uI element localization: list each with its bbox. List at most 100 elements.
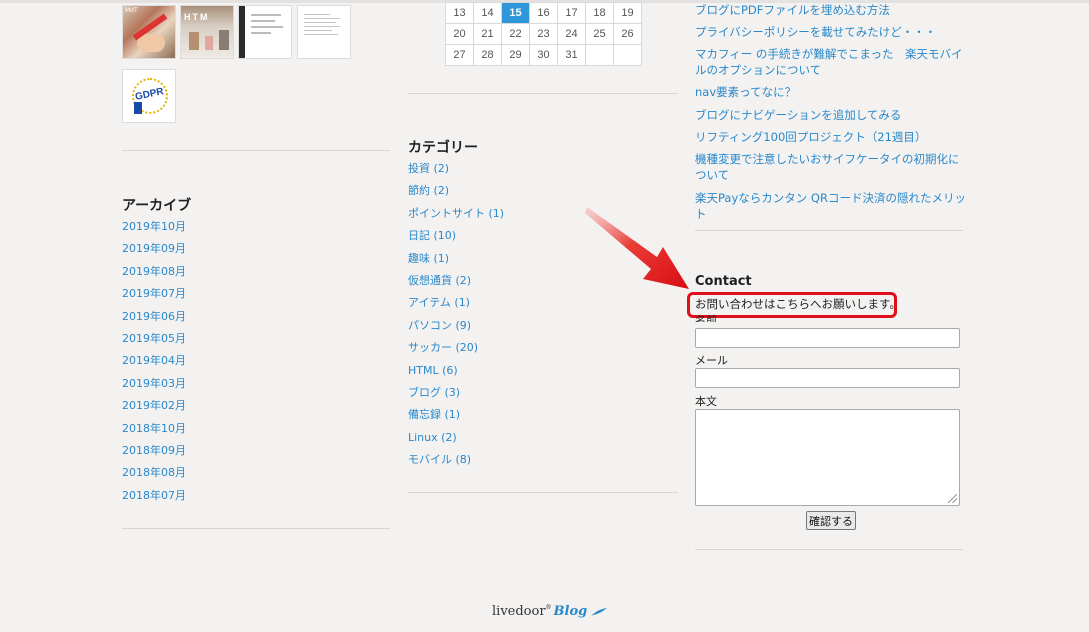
category-item[interactable]: パソコン (9) — [408, 318, 504, 340]
name-field[interactable] — [695, 328, 960, 348]
body-textarea[interactable] — [695, 409, 960, 506]
email-field[interactable] — [695, 368, 960, 388]
divider — [695, 230, 963, 231]
category-item[interactable]: アイテム (1) — [408, 295, 504, 317]
category-item[interactable]: 備忘録 (1) — [408, 407, 504, 429]
archive-item[interactable]: 2019年07月 — [122, 286, 186, 308]
category-item[interactable]: 日記 (10) — [408, 228, 504, 250]
calendar-week: 27 28 29 30 31 — [445, 44, 642, 66]
calendar-day[interactable]: 31 — [557, 44, 586, 66]
divider — [122, 150, 390, 151]
calendar-day[interactable]: 18 — [585, 2, 614, 24]
calendar-day[interactable]: 26 — [613, 23, 642, 45]
divider — [408, 492, 678, 493]
calendar-day[interactable]: 13 — [445, 2, 474, 24]
calendar-day[interactable]: 25 — [585, 23, 614, 45]
document-line — [251, 20, 275, 22]
divider — [408, 93, 678, 94]
calendar-day[interactable]: 20 — [445, 23, 474, 45]
archive-item[interactable]: 2019年02月 — [122, 398, 186, 420]
category-item[interactable]: 仮想通貨 (2) — [408, 273, 504, 295]
document-line — [251, 14, 281, 16]
calendar-day[interactable]: 27 — [445, 44, 474, 66]
recent-post-link[interactable]: 楽天Payならカンタン QRコード決済の隠れたメリット — [695, 190, 970, 222]
divider — [122, 528, 390, 529]
recent-post-link[interactable]: nav要素ってなに？ — [695, 84, 970, 100]
text-line — [304, 14, 330, 15]
archive-item[interactable]: 2018年10月 — [122, 421, 186, 443]
archive-item[interactable]: 2018年07月 — [122, 488, 186, 510]
thumbnail-html[interactable]: HTM — [180, 5, 234, 59]
calendar-week: 20 21 22 23 24 25 26 — [445, 23, 642, 45]
calendar-day-empty — [585, 44, 614, 66]
archive-item[interactable]: 2019年04月 — [122, 353, 186, 375]
calendar-day[interactable]: 19 — [613, 2, 642, 24]
thumbnail-tag: MdT — [125, 7, 138, 14]
decor-box — [189, 32, 199, 50]
thumbnail-document[interactable] — [238, 5, 292, 59]
archive-item[interactable]: 2018年08月 — [122, 465, 186, 487]
recent-post-link[interactable]: プライバシーポリシーを載せてみたけど・・・ — [695, 24, 970, 40]
calendar-day[interactable]: 22 — [501, 23, 530, 45]
brand-text: livedoor — [492, 604, 546, 619]
blog-sidebar-page: MdT HTM GDPR アーカイブ 2019年10月 2019年09月 201… — [0, 0, 1089, 632]
recent-post-link[interactable]: ブログにPDFファイルを埋め込む方法 — [695, 2, 970, 18]
feather-icon — [591, 607, 608, 616]
calendar: 13 14 15 16 17 18 19 20 21 22 23 24 25 2… — [445, 2, 642, 66]
body-label: 本文 — [695, 395, 717, 408]
category-item[interactable]: ブログ (3) — [408, 385, 504, 407]
thumbnail-html-text: HTM — [184, 12, 210, 22]
archive-item[interactable]: 2019年06月 — [122, 309, 186, 331]
archive-item[interactable]: 2019年08月 — [122, 264, 186, 286]
document-line — [251, 26, 283, 28]
text-line — [304, 22, 336, 23]
livedoor-blog-logo[interactable]: livedoor® Blog — [492, 604, 608, 619]
calendar-day-empty — [613, 44, 642, 66]
recent-post-link[interactable]: マカフィー の手続きが難解でこまった 楽天モバイルのオプションについて — [695, 46, 970, 78]
category-item[interactable]: サッカー (20) — [408, 340, 504, 362]
archive-item[interactable]: 2019年03月 — [122, 376, 186, 398]
text-line — [304, 26, 340, 27]
recent-post-link[interactable]: リフティング100回プロジェクト（21週目） — [695, 129, 970, 145]
category-item[interactable]: Linux (2) — [408, 430, 504, 452]
text-line — [304, 18, 340, 19]
category-item[interactable]: ポイントサイト (1) — [408, 206, 504, 228]
document-line — [251, 32, 271, 34]
calendar-day[interactable]: 23 — [529, 23, 558, 45]
email-label: メール — [695, 354, 728, 367]
archive-list: 2019年10月 2019年09月 2019年08月 2019年07月 2019… — [122, 219, 186, 510]
archive-item[interactable]: 2019年05月 — [122, 331, 186, 353]
red-highlight-box — [687, 292, 897, 318]
text-line — [304, 34, 338, 35]
category-list: 投資 (2) 節約 (2) ポイントサイト (1) 日記 (10) 趣味 (1)… — [408, 161, 504, 474]
archive-item[interactable]: 2019年10月 — [122, 219, 186, 241]
calendar-day-today[interactable]: 15 — [501, 2, 530, 24]
confirm-button[interactable]: 確認する — [806, 511, 856, 530]
calendar-day[interactable]: 17 — [557, 2, 586, 24]
archive-item[interactable]: 2018年09月 — [122, 443, 186, 465]
thumbnail-pen-writing[interactable]: MdT — [122, 5, 176, 59]
calendar-day[interactable]: 16 — [529, 2, 558, 24]
calendar-day[interactable]: 28 — [473, 44, 502, 66]
category-item[interactable]: 趣味 (1) — [408, 251, 504, 273]
calendar-day[interactable]: 14 — [473, 2, 502, 24]
contact-title: Contact — [695, 274, 752, 289]
recent-post-link[interactable]: 機種変更で注意したいおサイフケータイの初期化について — [695, 151, 970, 183]
resize-grip-icon[interactable] — [948, 494, 957, 503]
calendar-day[interactable]: 21 — [473, 23, 502, 45]
category-item[interactable]: モバイル (8) — [408, 452, 504, 474]
category-item[interactable]: 投資 (2) — [408, 161, 504, 183]
decor-box — [219, 30, 229, 50]
category-item[interactable]: HTML (6) — [408, 363, 504, 385]
calendar-day[interactable]: 24 — [557, 23, 586, 45]
category-item[interactable]: 節約 (2) — [408, 183, 504, 205]
recent-post-link[interactable]: ブログにナビゲーションを追加してみる — [695, 107, 970, 123]
thumbnail-text-page[interactable] — [297, 5, 351, 59]
calendar-day[interactable]: 30 — [529, 44, 558, 66]
blog-text: Blog — [553, 604, 588, 619]
decor-box — [205, 36, 213, 50]
calendar-day[interactable]: 29 — [501, 44, 530, 66]
archive-item[interactable]: 2019年09月 — [122, 241, 186, 263]
category-title: カテゴリー — [408, 140, 478, 156]
thumbnail-gdpr[interactable]: GDPR — [122, 69, 176, 123]
